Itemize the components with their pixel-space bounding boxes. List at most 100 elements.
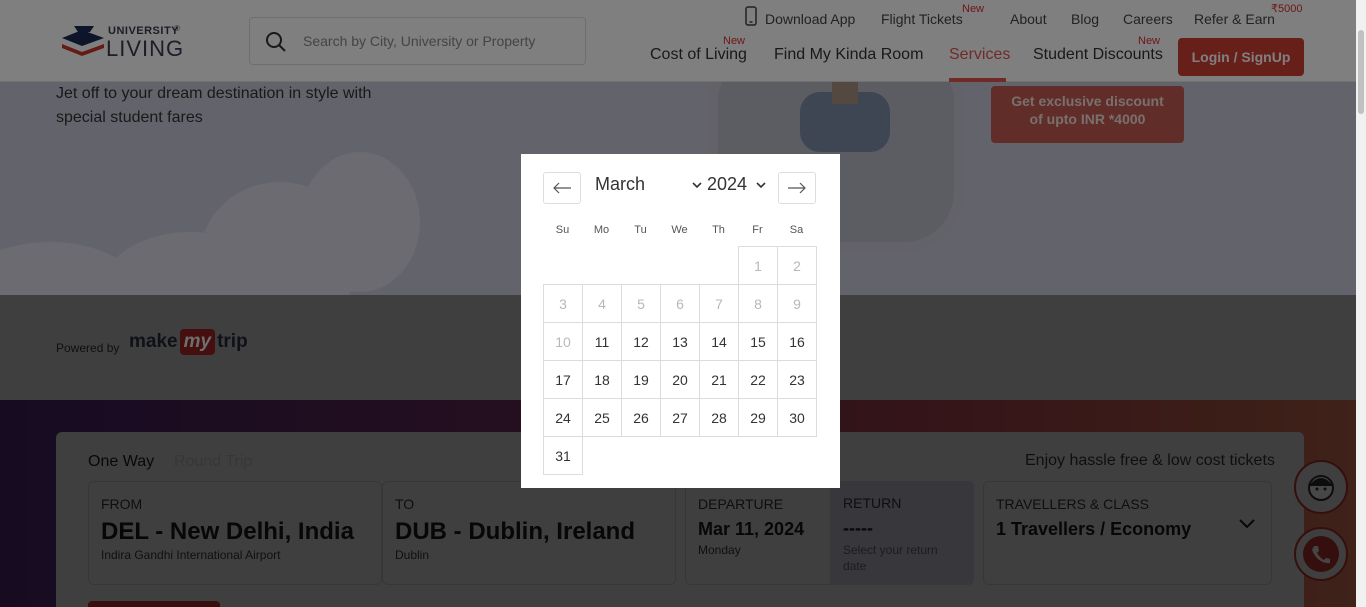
to-city: Dublin bbox=[395, 548, 430, 562]
calendar-day[interactable]: 22 bbox=[738, 360, 778, 399]
travellers-label: TRAVELLERS & CLASS bbox=[996, 496, 1150, 512]
logo-text-main: LIVING bbox=[106, 36, 185, 61]
makemytrip-logo-part: my bbox=[179, 329, 216, 355]
travellers-value: 1 Travellers / Economy bbox=[996, 519, 1192, 539]
active-nav-underline bbox=[949, 78, 1006, 82]
arrow-left-icon bbox=[553, 182, 571, 194]
calendar-day[interactable]: 26 bbox=[621, 398, 661, 437]
promo-line: Get exclusive discount bbox=[1011, 93, 1164, 109]
calendar-day[interactable]: 14 bbox=[699, 322, 739, 361]
calendar-day: 1 bbox=[738, 246, 778, 285]
calendar-day[interactable]: 31 bbox=[543, 436, 583, 475]
blog-link[interactable]: Blog bbox=[1071, 11, 1099, 27]
hero-text-line: Jet off to your dream destination in sty… bbox=[56, 85, 372, 102]
traveler-illustration bbox=[800, 82, 890, 152]
calendar-day[interactable]: 28 bbox=[699, 398, 739, 437]
from-field[interactable]: FROM DEL - New Delhi, India Indira Gandh… bbox=[88, 481, 382, 585]
month-select[interactable]: March bbox=[595, 174, 702, 195]
return-label: RETURN bbox=[843, 495, 902, 511]
calendar-day[interactable]: 30 bbox=[777, 398, 817, 437]
departure-weekday: Monday bbox=[698, 543, 741, 557]
calendar-day[interactable]: 24 bbox=[543, 398, 583, 437]
nav-services[interactable]: Services bbox=[949, 46, 1010, 64]
departure-date: Mar 11, 2024 bbox=[698, 519, 805, 539]
booking-tagline: Enjoy hassle free & low cost tickets bbox=[1025, 452, 1275, 469]
hero-text-line: special student fares bbox=[56, 109, 203, 126]
phone-icon bbox=[1303, 536, 1339, 572]
new-badge: New bbox=[962, 3, 985, 15]
calendar-day[interactable]: 25 bbox=[582, 398, 622, 437]
hero-text: Jet off to your dream destination in sty… bbox=[56, 82, 416, 130]
weekday-label: Sa bbox=[789, 224, 804, 236]
calendar-day: 8 bbox=[738, 284, 778, 323]
flight-tickets-link[interactable]: Flight Tickets bbox=[881, 11, 963, 27]
calendar-day[interactable]: 18 bbox=[582, 360, 622, 399]
to-field[interactable]: TO DUB - Dublin, Ireland Dublin bbox=[382, 481, 676, 585]
refer-earn-link[interactable]: Refer & Earn bbox=[1194, 11, 1275, 27]
year-value: 2024 bbox=[707, 174, 748, 194]
search-input[interactable] bbox=[303, 28, 573, 54]
weekday-label: Fr bbox=[752, 224, 763, 236]
next-month-button[interactable] bbox=[778, 172, 816, 204]
calendar-day[interactable]: 13 bbox=[660, 322, 700, 361]
calendar-day[interactable]: 29 bbox=[738, 398, 778, 437]
download-app-link[interactable]: Download App bbox=[765, 11, 855, 27]
from-airport: Indira Gandhi International Airport bbox=[101, 548, 281, 562]
calendar-day[interactable]: 23 bbox=[777, 360, 817, 399]
new-badge: New bbox=[1138, 35, 1161, 47]
chevron-down-icon bbox=[756, 182, 766, 189]
refer-reward-badge: ₹5000 bbox=[1271, 3, 1303, 15]
tab-one-way[interactable]: One Way bbox=[88, 453, 154, 471]
from-value: DEL - New Delhi, India bbox=[101, 518, 354, 545]
makemytrip-logo-part: make bbox=[129, 331, 178, 352]
to-label: TO bbox=[395, 496, 415, 512]
nav-student-discounts[interactable]: Student Discounts bbox=[1033, 46, 1163, 64]
careers-link[interactable]: Careers bbox=[1123, 11, 1173, 27]
chevron-down-icon bbox=[1239, 519, 1255, 529]
calendar-day[interactable]: 12 bbox=[621, 322, 661, 361]
page-scrollbar-thumb[interactable] bbox=[1358, 30, 1364, 114]
weekday-label: Tu bbox=[634, 224, 647, 236]
makemytrip-logo: make my trip bbox=[129, 329, 248, 355]
support-agent-icon bbox=[1308, 475, 1334, 501]
promo-discount-badge[interactable]: Get exclusive discount of upto INR *4000 bbox=[991, 86, 1184, 143]
departure-field[interactable]: DEPARTURE Mar 11, 2024 Monday bbox=[685, 481, 831, 585]
nav-find-my-kinda-room[interactable]: Find My Kinda Room bbox=[774, 46, 923, 64]
departure-label: DEPARTURE bbox=[698, 496, 784, 512]
call-button[interactable] bbox=[1294, 527, 1348, 581]
calendar-day[interactable]: 15 bbox=[738, 322, 778, 361]
year-select[interactable]: 2024 bbox=[707, 174, 766, 195]
chat-assistant-button[interactable] bbox=[1294, 460, 1348, 514]
weekday-label: Mo bbox=[593, 224, 610, 236]
search-icon bbox=[266, 32, 286, 52]
calendar-day[interactable]: 16 bbox=[777, 322, 817, 361]
prev-month-button[interactable] bbox=[543, 172, 581, 204]
logo-mark-icon bbox=[62, 26, 104, 56]
tab-round-trip[interactable]: Round Trip bbox=[174, 453, 252, 471]
promo-line: of upto INR *4000 bbox=[1029, 111, 1146, 127]
university-living-logo[interactable]: UNIVERSITY LIVING ® bbox=[60, 22, 185, 62]
travellers-class-field[interactable]: TRAVELLERS & CLASS 1 Travellers / Econom… bbox=[983, 481, 1272, 585]
to-value: DUB - Dublin, Ireland bbox=[395, 518, 635, 545]
login-signup-button[interactable]: Login / SignUp bbox=[1178, 38, 1304, 76]
calendar-day: 6 bbox=[660, 284, 700, 323]
weekday-label: Th bbox=[712, 224, 725, 236]
top-links: Download App Flight Tickets New About Bl… bbox=[0, 3, 1356, 28]
from-label: FROM bbox=[101, 496, 143, 512]
calendar-day[interactable]: 21 bbox=[699, 360, 739, 399]
return-hint: Select your return bbox=[843, 543, 938, 557]
calendar-day[interactable]: 11 bbox=[582, 322, 622, 361]
cloud-shape bbox=[0, 242, 140, 295]
return-field[interactable]: RETURN ----- Select your return date bbox=[831, 481, 974, 585]
return-hint: date bbox=[843, 559, 867, 573]
nav-cost-of-living[interactable]: Cost of Living bbox=[650, 46, 747, 64]
calendar-day[interactable]: 17 bbox=[543, 360, 583, 399]
mobile-phone-icon bbox=[745, 6, 757, 26]
calendar-day[interactable]: 20 bbox=[660, 360, 700, 399]
search-flights-button[interactable] bbox=[88, 601, 220, 607]
calendar-day[interactable]: 19 bbox=[621, 360, 661, 399]
calendar-day: 4 bbox=[582, 284, 622, 323]
calendar-day[interactable]: 27 bbox=[660, 398, 700, 437]
month-value: March bbox=[595, 174, 646, 194]
about-link[interactable]: About bbox=[1010, 11, 1047, 27]
